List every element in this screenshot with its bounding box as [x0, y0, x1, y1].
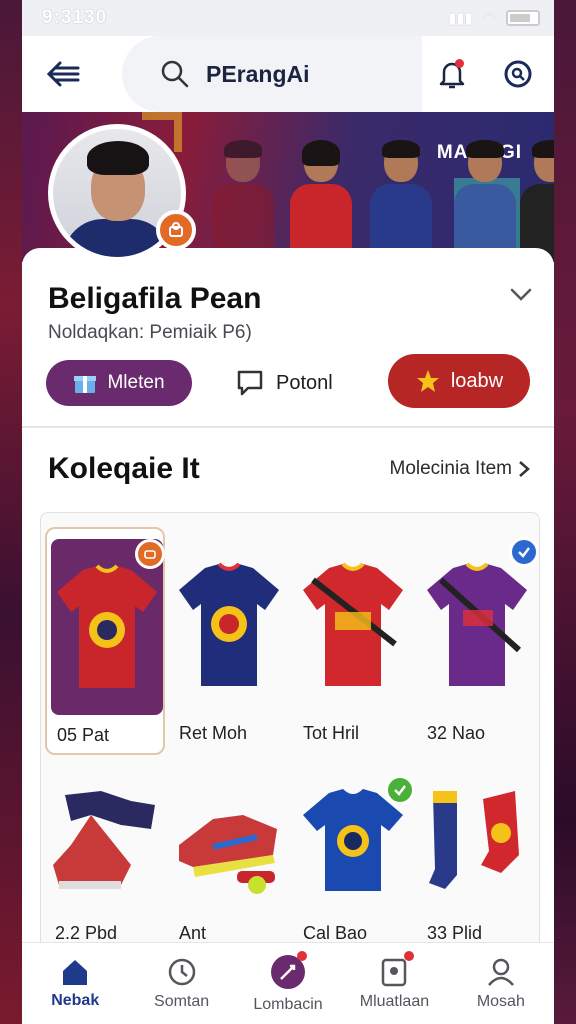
chevron-down-icon[interactable]	[510, 288, 532, 302]
collection-item[interactable]: 05 Pat	[45, 527, 165, 755]
profile-name: Beligafila Pean	[48, 282, 262, 315]
status-bar: 9:3130 ▮▮▮ ◠	[22, 0, 554, 36]
clock-icon	[168, 958, 195, 985]
comment-button[interactable]: Potonl	[236, 360, 333, 406]
notification-button[interactable]	[434, 56, 470, 92]
item-label: 32 Nao	[427, 723, 486, 743]
item-label: Ret Moh	[179, 723, 248, 743]
signal-icon: ▮▮▮	[448, 10, 473, 27]
background-right	[554, 0, 576, 1024]
nav-label: Somtan	[154, 992, 210, 1010]
nav-notification-dot	[403, 951, 414, 961]
item-check-badge	[509, 537, 539, 567]
item-label: Cal Bao	[303, 923, 368, 943]
background-left	[0, 0, 22, 1024]
nav-item-home[interactable]: Nebak	[22, 943, 128, 1024]
back-button[interactable]	[38, 49, 88, 99]
team-member-figure	[370, 140, 432, 262]
shoe-icon	[179, 815, 277, 894]
view-all-label: Molecinia Item	[389, 458, 513, 479]
collection-item[interactable]: Tot Hril	[293, 527, 413, 755]
message-button-label: Mleten	[107, 372, 165, 393]
item-check-badge	[385, 775, 415, 805]
arrow-left-icon	[46, 61, 80, 87]
nav-item-documents[interactable]: Mluatlaan	[341, 943, 447, 1024]
item-label: 05 Pat	[57, 725, 110, 745]
collection-item[interactable]: 32 Nao	[417, 527, 539, 755]
profile-actions: Mleten Potonl loabw	[46, 354, 530, 410]
app-bar-actions	[434, 36, 536, 112]
collection-item[interactable]: 33 Plid	[417, 765, 537, 945]
item-tag-badge	[135, 539, 165, 569]
status-icons: ▮▮▮ ◠	[448, 9, 540, 27]
nav-item-create[interactable]: Lombacin	[235, 943, 341, 1024]
team-member-figure	[212, 140, 274, 262]
avatar-badge[interactable]	[156, 210, 196, 250]
collection-item[interactable]: Ret Moh	[169, 527, 289, 755]
comment-icon	[237, 370, 263, 396]
item-thumbnail	[173, 537, 285, 713]
socks-icon	[429, 791, 519, 889]
star-icon	[416, 370, 439, 392]
follow-button-label: loabw	[450, 369, 504, 392]
chevron-right-icon	[519, 461, 530, 477]
search-circle-icon	[504, 60, 532, 88]
app-bar: PErangAi	[22, 36, 554, 112]
view-all-link[interactable]: Molecinia Item	[390, 458, 531, 480]
user-icon	[487, 958, 514, 986]
collection-item[interactable]: 2.2 Pbd	[45, 765, 165, 945]
collection-item[interactable]: Ant	[169, 765, 289, 945]
profile-subtitle: Noldaqkan: Pemiaik P6)	[48, 322, 252, 343]
nav-label: Nebak	[51, 991, 100, 1009]
status-time: 9:3130	[42, 7, 108, 28]
battery-icon	[506, 10, 540, 26]
comment-button-label: Potonl	[276, 371, 333, 394]
document-icon	[382, 958, 407, 986]
item-thumbnail	[297, 537, 409, 713]
collection-item[interactable]: Cal Bao	[293, 765, 415, 945]
divider	[22, 426, 554, 428]
team-member-figure	[290, 140, 352, 262]
item-label: 33 Plid	[427, 923, 483, 943]
item-thumbnail	[49, 775, 161, 905]
team-member-figure	[454, 140, 516, 262]
jersey-icon	[427, 562, 527, 686]
nav-label: Mluatlaan	[359, 992, 430, 1010]
nav-item-search[interactable]: Somtan	[128, 943, 234, 1024]
phone-screen: 9:3130 ▮▮▮ ◠ PErangAi MAMAGI	[22, 0, 554, 1024]
badge-icon	[169, 222, 183, 237]
app-title: PErangAi	[206, 60, 310, 87]
jersey-icon	[303, 562, 403, 686]
item-thumbnail	[421, 775, 533, 905]
boots-icon	[53, 791, 155, 889]
collection-grid: 05 Pat Ret Moh Tot Hril 32 Nao 2.2 Pbd A…	[40, 512, 540, 952]
nav-item-profile[interactable]: Mosah	[448, 943, 554, 1024]
follow-button[interactable]: loabw	[388, 354, 530, 408]
nav-label: Mosah	[476, 992, 525, 1010]
scan-button[interactable]	[500, 56, 536, 92]
nav-label: Lombacin	[253, 995, 323, 1013]
item-thumbnail	[173, 775, 285, 905]
bottom-nav: Nebak Somtan Lombacin Mluatlaan Mosah	[22, 942, 554, 1024]
item-label: Ant	[179, 923, 207, 943]
collection-title: Koleqaie It	[48, 452, 200, 485]
team-member-figure	[520, 140, 554, 262]
jersey-icon	[179, 562, 279, 686]
home-icon	[63, 959, 88, 985]
search-bar[interactable]: PErangAi	[122, 36, 422, 112]
message-button[interactable]: Mleten	[46, 360, 192, 406]
notification-dot	[455, 59, 464, 68]
profile-card: Beligafila Pean Noldaqkan: Pemiaik P6) M…	[22, 248, 554, 952]
gift-icon	[74, 376, 97, 393]
item-label: 2.2 Pbd	[55, 923, 118, 943]
item-label: Tot Hril	[303, 723, 360, 743]
search-icon	[161, 60, 189, 88]
jersey-icon	[57, 564, 157, 688]
wifi-icon: ◠	[482, 10, 496, 27]
